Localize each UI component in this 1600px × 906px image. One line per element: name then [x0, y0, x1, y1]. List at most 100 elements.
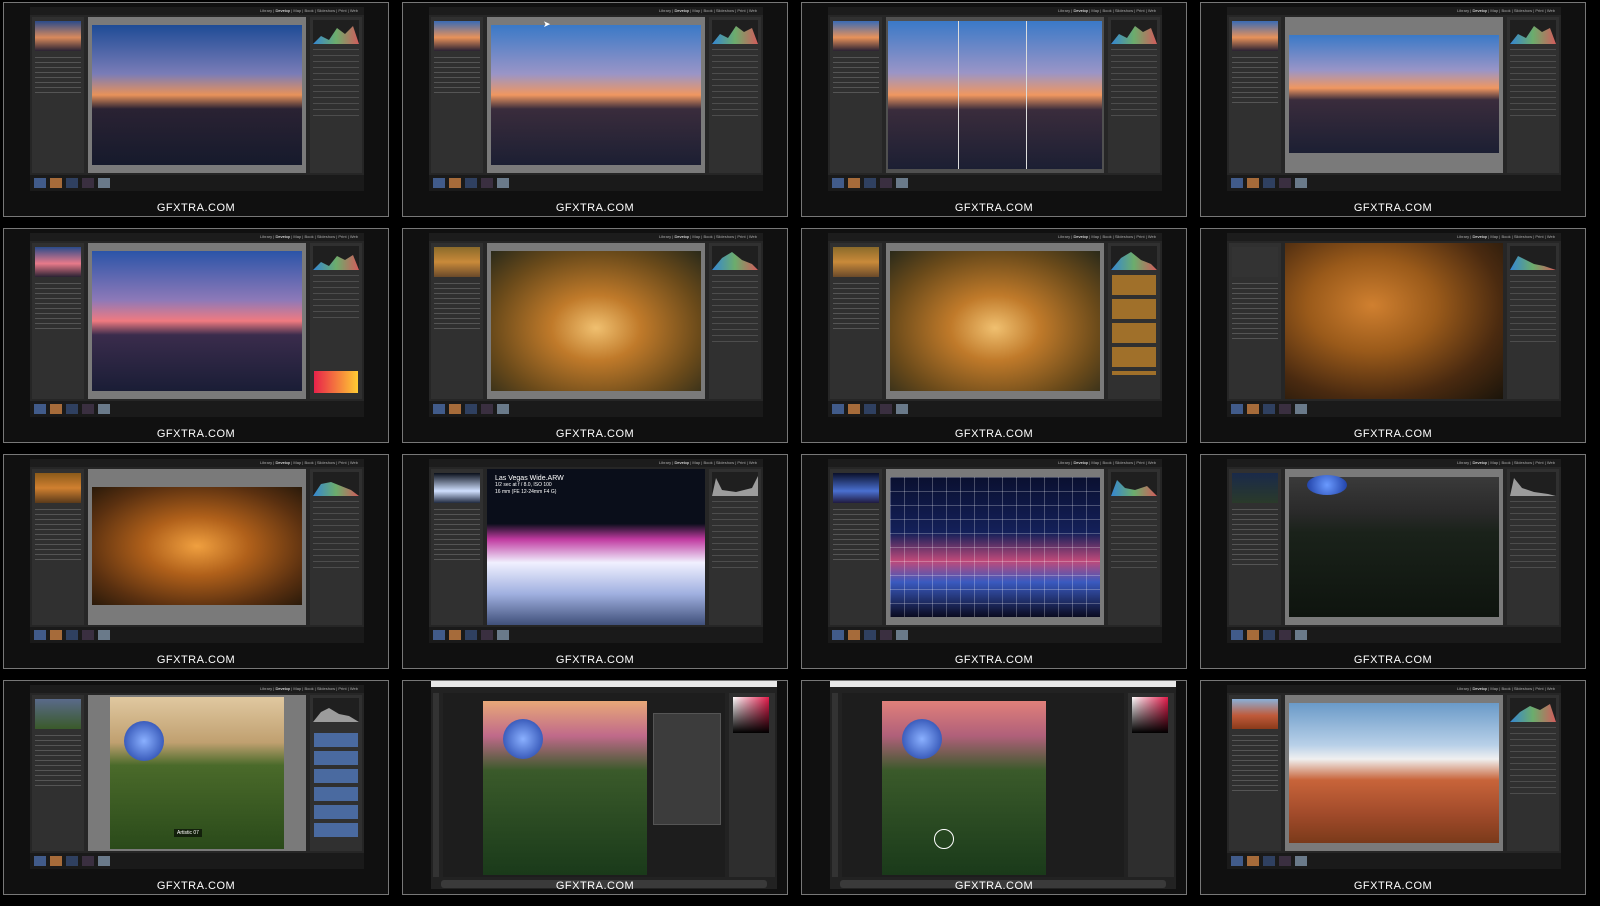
adjustment-dialog[interactable]: [653, 713, 721, 825]
filmstrip-thumb[interactable]: [1295, 404, 1307, 414]
filmstrip-thumb[interactable]: [465, 178, 477, 188]
thumbnail-6[interactable]: Library | Develop | Map | Book | Slidesh…: [402, 228, 788, 443]
presets-list[interactable]: [1232, 283, 1278, 395]
image-canvas[interactable]: [1285, 469, 1503, 625]
module-picker[interactable]: Library | Develop | Map | Book | Slidesh…: [260, 686, 358, 691]
filmstrip-thumb[interactable]: [433, 630, 445, 640]
module-picker[interactable]: Library | Develop | Map | Book | Slidesh…: [659, 234, 757, 239]
filmstrip-thumb[interactable]: [449, 404, 461, 414]
presets-list[interactable]: [35, 283, 81, 395]
basic-sliders[interactable]: [712, 501, 758, 621]
module-picker[interactable]: Library | Develop | Map | Book | Slidesh…: [260, 234, 358, 239]
filmstrip-thumb[interactable]: [433, 178, 445, 188]
presets-list[interactable]: [434, 509, 480, 621]
image-canvas[interactable]: [88, 243, 306, 399]
filmstrip-thumb[interactable]: [1279, 404, 1291, 414]
filmstrip-thumb[interactable]: [1247, 856, 1259, 866]
presets-list[interactable]: [1232, 735, 1278, 847]
basic-sliders[interactable]: [1111, 501, 1157, 621]
image-canvas[interactable]: Las Vegas Wide.ARW 1/2 sec at f / 8.0, I…: [487, 469, 705, 625]
filmstrip-thumb[interactable]: [1279, 178, 1291, 188]
filmstrip-thumb[interactable]: [497, 630, 509, 640]
basic-sliders[interactable]: [712, 49, 758, 169]
filmstrip[interactable]: [30, 175, 364, 191]
filmstrip-thumb[interactable]: [832, 630, 844, 640]
filmstrip-thumb[interactable]: [1247, 404, 1259, 414]
thumbnail-14[interactable]: GFXTRA.COM: [402, 680, 788, 895]
basic-sliders[interactable]: [1111, 49, 1157, 169]
presets-list[interactable]: [833, 283, 879, 395]
thumbnail-9[interactable]: Library | Develop | Map | Book | Slidesh…: [3, 454, 389, 669]
image-canvas[interactable]: [1285, 695, 1503, 851]
filmstrip-thumb[interactable]: [34, 178, 46, 188]
thumbnail-3[interactable]: Library | Develop | Map | Book | Slidesh…: [801, 2, 1187, 217]
presets-list[interactable]: [35, 509, 81, 621]
image-canvas[interactable]: [886, 17, 1104, 173]
filmstrip-thumb[interactable]: [481, 404, 493, 414]
preset-previews[interactable]: [1112, 275, 1156, 375]
filmstrip-thumb[interactable]: [98, 404, 110, 414]
thumbnail-8[interactable]: Library | Develop | Map | Book | Slidesh…: [1200, 228, 1586, 443]
filmstrip-thumb[interactable]: [465, 404, 477, 414]
filmstrip-thumb[interactable]: [34, 856, 46, 866]
filmstrip-thumb[interactable]: [1263, 856, 1275, 866]
filmstrip-thumb[interactable]: [50, 178, 62, 188]
filmstrip-thumb[interactable]: [82, 630, 94, 640]
split-line[interactable]: [1026, 21, 1027, 169]
module-picker[interactable]: Library | Develop | Map | Book | Slidesh…: [1457, 686, 1555, 691]
document-canvas[interactable]: [443, 693, 725, 877]
filmstrip-thumb[interactable]: [832, 178, 844, 188]
filmstrip[interactable]: [30, 401, 364, 417]
filmstrip-thumb[interactable]: [896, 404, 908, 414]
filmstrip-thumb[interactable]: [481, 630, 493, 640]
filmstrip-thumb[interactable]: [1263, 630, 1275, 640]
filmstrip-thumb[interactable]: [864, 178, 876, 188]
filmstrip-thumb[interactable]: [66, 856, 78, 866]
filmstrip-thumb[interactable]: [848, 178, 860, 188]
filmstrip[interactable]: [1227, 627, 1561, 643]
thumbnail-11[interactable]: Library | Develop | Map | Book | Slidesh…: [801, 454, 1187, 669]
image-canvas[interactable]: Artistic 07: [88, 695, 306, 851]
presets-list[interactable]: [434, 57, 480, 169]
thumbnail-16[interactable]: Library | Develop | Map | Book | Slidesh…: [1200, 680, 1586, 895]
filmstrip-thumb[interactable]: [1231, 856, 1243, 866]
filmstrip[interactable]: [429, 627, 763, 643]
module-picker[interactable]: Library | Develop | Map | Book | Slidesh…: [1058, 460, 1156, 465]
filmstrip-thumb[interactable]: [864, 630, 876, 640]
filmstrip-thumb[interactable]: [1263, 404, 1275, 414]
thumbnail-13[interactable]: Library | Develop | Map | Book | Slidesh…: [3, 680, 389, 895]
filmstrip-thumb[interactable]: [1247, 630, 1259, 640]
presets-list[interactable]: [1232, 509, 1278, 621]
color-picker[interactable]: [1132, 697, 1168, 733]
presets-list[interactable]: [35, 735, 81, 847]
module-picker[interactable]: Library | Develop | Map | Book | Slidesh…: [1058, 234, 1156, 239]
filmstrip-thumb[interactable]: [848, 404, 860, 414]
thumbnail-1[interactable]: Library | Develop | Map | Book | Slidesh…: [3, 2, 389, 217]
filmstrip[interactable]: [30, 853, 364, 869]
filmstrip-thumb[interactable]: [98, 856, 110, 866]
filmstrip-thumb[interactable]: [34, 404, 46, 414]
filmstrip-thumb[interactable]: [82, 404, 94, 414]
filmstrip-thumb[interactable]: [1231, 178, 1243, 188]
filmstrip-thumb[interactable]: [66, 630, 78, 640]
image-canvas[interactable]: [88, 17, 306, 173]
basic-sliders[interactable]: [1510, 727, 1556, 847]
filmstrip[interactable]: [1227, 853, 1561, 869]
image-canvas[interactable]: [886, 243, 1104, 399]
basic-sliders[interactable]: [712, 275, 758, 395]
filmstrip[interactable]: [1227, 401, 1561, 417]
filmstrip-thumb[interactable]: [1231, 404, 1243, 414]
filmstrip-thumb[interactable]: [1247, 178, 1259, 188]
filmstrip-thumb[interactable]: [880, 178, 892, 188]
thumbnail-12[interactable]: Library | Develop | Map | Book | Slidesh…: [1200, 454, 1586, 669]
module-picker[interactable]: Library | Develop | Map | Book | Slidesh…: [1457, 8, 1555, 13]
filmstrip-thumb[interactable]: [1279, 856, 1291, 866]
filmstrip-thumb[interactable]: [481, 178, 493, 188]
basic-sliders[interactable]: [313, 501, 359, 621]
presets-list[interactable]: [1232, 57, 1278, 169]
filmstrip[interactable]: [828, 175, 1162, 191]
presets-list[interactable]: [434, 283, 480, 395]
module-picker[interactable]: Library | Develop | Map | Book | Slidesh…: [659, 460, 757, 465]
filmstrip-thumb[interactable]: [1295, 178, 1307, 188]
filmstrip[interactable]: [828, 401, 1162, 417]
